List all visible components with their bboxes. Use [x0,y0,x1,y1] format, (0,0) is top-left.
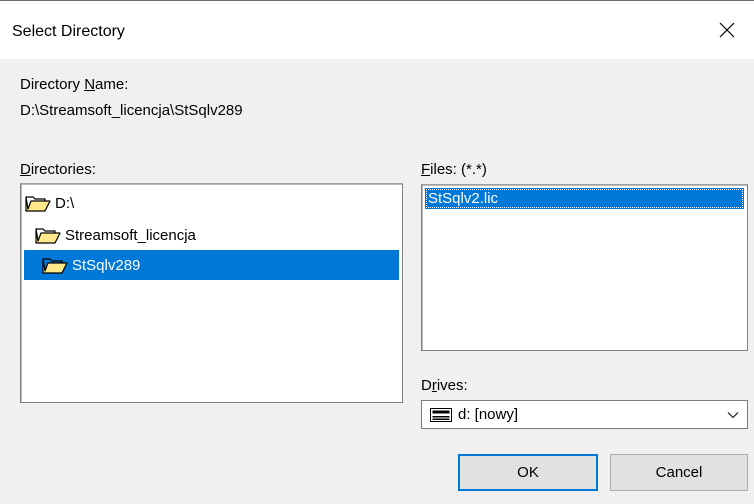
chevron-down-icon[interactable] [727,409,739,421]
directory-item-d-root[interactable]: D:\ [25,188,74,218]
open-folder-icon [42,258,68,274]
files-label: Files: (*.*) [421,161,487,178]
drives-label: Drives: [421,377,468,394]
dialog-title: Select Directory [12,23,125,40]
cancel-button[interactable]: Cancel [610,454,748,491]
select-directory-dialog: Select Directory Directory Name: D:\Stre… [0,0,754,504]
directory-name-label: Directory Name: [20,76,129,93]
files-listbox[interactable]: StSqlv2.lic [421,184,748,351]
drives-selected-value: d: [nowy] [458,406,519,423]
directories-listbox[interactable]: D:\ Streamsoft_licencja StSqlv289 [20,183,403,403]
directories-label: Directories: [20,161,96,178]
directory-item-streamsoft-licencja[interactable]: Streamsoft_licencja [35,220,196,250]
drive-icon [430,407,452,422]
open-folder-icon [25,196,51,212]
close-button[interactable] [700,1,754,59]
drives-select[interactable]: d: [nowy] [421,400,748,429]
open-folder-icon [35,228,61,244]
close-icon [719,22,735,38]
file-item[interactable]: StSqlv2.lic [425,188,744,209]
title-bar[interactable]: Select Directory [0,1,754,59]
directory-name-value: D:\Streamsoft_licencja\StSqlv289 [20,102,243,119]
ok-button[interactable]: OK [458,454,598,491]
directory-item-stsqlv289[interactable]: StSqlv289 [24,250,399,280]
